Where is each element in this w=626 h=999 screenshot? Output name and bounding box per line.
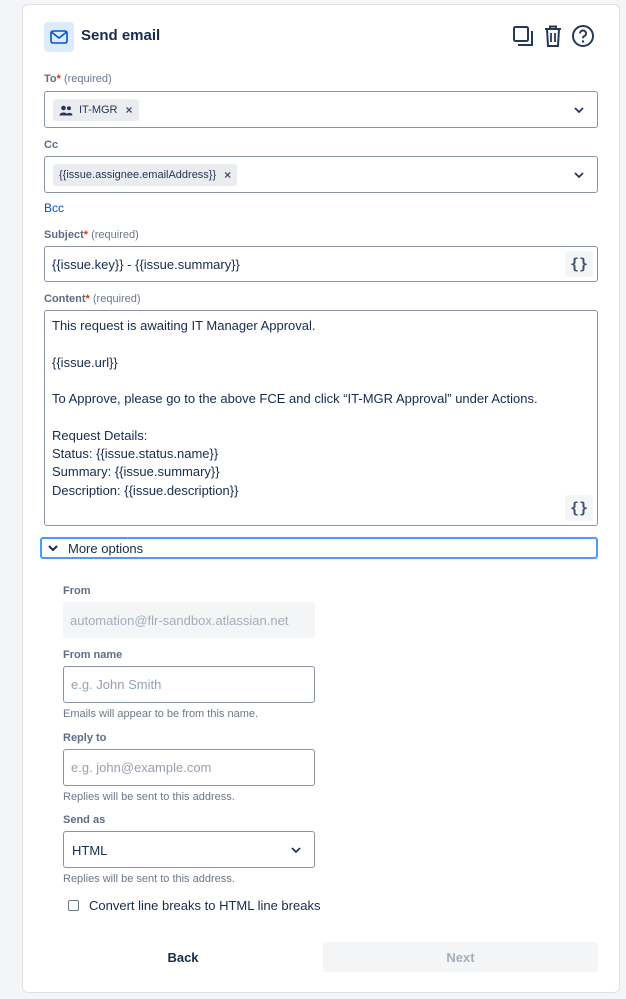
content-value: This request is awaiting IT Manager Appr… <box>52 318 538 498</box>
reply-to-label: Reply to <box>63 732 107 744</box>
people-icon <box>59 105 73 115</box>
duplicate-button[interactable] <box>509 22 537 50</box>
reply-to-helper: Replies will be sent to this address. <box>63 791 235 803</box>
smart-values-icon[interactable]: {} <box>565 495 593 521</box>
delete-button[interactable] <box>539 22 567 50</box>
send-as-helper: Replies will be sent to this address. <box>63 873 235 885</box>
more-options-toggle[interactable]: More options <box>40 537 598 559</box>
send-as-label: Send as <box>63 814 106 826</box>
from-label: From <box>63 585 91 597</box>
help-button[interactable] <box>569 22 597 50</box>
convert-line-breaks-label: Convert line breaks to HTML line breaks <box>89 898 321 913</box>
content-textarea[interactable]: This request is awaiting IT Manager Appr… <box>44 310 598 526</box>
from-name-label: From name <box>63 649 123 661</box>
duplicate-icon <box>513 26 533 46</box>
from-field: automation@flr-sandbox.atlassian.net <box>63 602 315 638</box>
remove-tag-button[interactable]: × <box>224 168 231 182</box>
cc-select[interactable]: {{issue.assignee.emailAddress}} × <box>44 156 598 193</box>
more-options-label: More options <box>68 540 144 556</box>
send-as-value: HTML <box>72 843 108 858</box>
cc-label: Cc <box>44 139 59 151</box>
to-select[interactable]: IT-MGR × <box>44 91 598 128</box>
cc-tag: {{issue.assignee.emailAddress}} × <box>53 164 238 186</box>
chevron-down-icon[interactable] <box>569 100 589 120</box>
subject-label: Subject* (required) <box>44 229 139 241</box>
next-button[interactable]: Next <box>323 942 598 972</box>
subject-input[interactable]: {{issue.key}} - {{issue.summary}} {} <box>44 246 598 282</box>
reply-to-input[interactable]: e.g. john@example.com <box>63 749 315 786</box>
chevron-down-icon <box>48 544 58 551</box>
convert-line-breaks-option[interactable]: Convert line breaks to HTML line breaks <box>68 898 320 913</box>
to-label: To* (required) <box>44 73 112 85</box>
to-tag: IT-MGR × <box>53 99 139 121</box>
chevron-down-icon[interactable] <box>286 840 306 860</box>
page-title: Send email <box>81 27 161 44</box>
mail-icon <box>44 22 74 52</box>
remove-tag-button[interactable]: × <box>126 103 133 117</box>
from-name-helper: Emails will appear to be from this name. <box>63 708 259 720</box>
smart-values-icon[interactable]: {} <box>565 251 593 277</box>
trash-icon <box>545 25 561 47</box>
back-button[interactable]: Back <box>121 942 245 972</box>
from-name-input[interactable]: e.g. John Smith <box>63 666 315 703</box>
checkbox-icon[interactable] <box>68 900 79 911</box>
send-as-select[interactable]: HTML <box>63 831 315 868</box>
help-icon <box>572 25 594 47</box>
bcc-link[interactable]: Bcc <box>44 201 64 215</box>
content-label: Content* (required) <box>44 293 141 305</box>
send-email-card: Send email To* (required) IT-MGR × Cc {{… <box>22 4 620 993</box>
subject-value: {{issue.key}} - {{issue.summary}} <box>52 257 240 272</box>
chevron-down-icon[interactable] <box>569 165 589 185</box>
